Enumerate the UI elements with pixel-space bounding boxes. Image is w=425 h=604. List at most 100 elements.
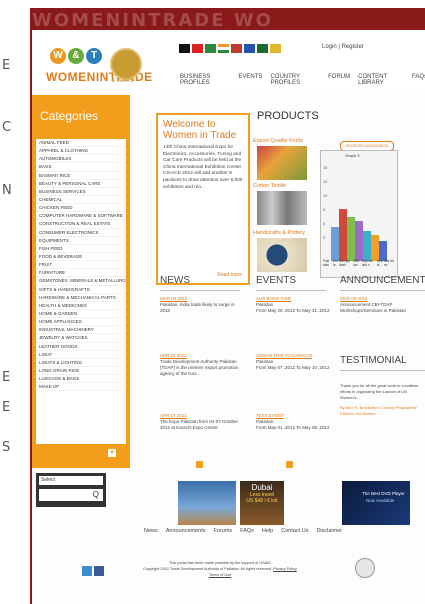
dvd-banner[interactable]: The Best DVD Player Now Available (342, 481, 410, 525)
nav-content-library[interactable]: CONTENT LIBRARY (358, 74, 404, 86)
category-item[interactable]: AUTOMOBILES (36, 155, 126, 164)
chevron-down-icon[interactable]: ▼ (108, 449, 116, 457)
left-letter: E (2, 58, 11, 73)
left-letter: E (2, 400, 11, 415)
register-link[interactable]: Register (342, 44, 364, 50)
facebook-icon[interactable] (94, 566, 104, 576)
category-item[interactable]: CONSUMER ELECTRONICS (36, 229, 126, 237)
flag-icon[interactable] (218, 44, 229, 53)
dubai-title: Dubai (251, 483, 273, 492)
terms-link[interactable]: Terms of Use (209, 573, 231, 577)
category-item[interactable]: APPAREL & CLOTHING (36, 147, 126, 156)
category-item[interactable]: GEMSTONES, MINERALS & METALLURGY (36, 277, 126, 286)
city-banner[interactable] (178, 481, 236, 525)
category-item[interactable]: BAGS (36, 163, 126, 172)
category-item[interactable]: LIGHTS & LIGHTING (36, 359, 126, 367)
nav-events[interactable]: EVENTS (238, 74, 262, 86)
footer-link[interactable]: FAQs (240, 528, 254, 534)
read-more-link[interactable]: Read more (217, 272, 242, 278)
flag-icon[interactable] (205, 44, 216, 53)
footer-note: This portal has been made possible by th… (140, 560, 300, 578)
flag-icon[interactable] (179, 44, 190, 53)
category-item[interactable]: HOME APPLIANCES (36, 318, 126, 327)
product-label[interactable]: Handicrafts & Pottery (253, 230, 305, 236)
footer-link[interactable]: Announcements (166, 528, 206, 534)
category-item[interactable]: CONSTRUCTION & REAL ESTATE (36, 220, 126, 229)
category-item[interactable]: ANIMAL FEED (36, 139, 126, 148)
category-item[interactable]: FURNITURE (36, 269, 126, 278)
category-item[interactable]: FOOD & BEVERAGE (36, 253, 126, 262)
category-item[interactable]: INDUSTRIAL MACHINERY (36, 326, 126, 335)
category-item[interactable]: JEWELRY & WATCHES (36, 334, 126, 343)
category-item[interactable]: LIGHT (36, 351, 126, 359)
announcement-item: MAR 09 2012 Announcement CBI-TDAP Worksh… (340, 296, 422, 314)
flag-icon[interactable] (257, 44, 268, 53)
category-item[interactable]: CHICKEN FEED (36, 204, 126, 213)
divider (256, 290, 326, 291)
x-tick: Afg han ista n (361, 259, 373, 267)
divider (340, 370, 425, 371)
category-item[interactable]: FISH FEED (36, 245, 126, 253)
nav-business-profiles[interactable]: BUSINESS PROFILES (180, 74, 230, 86)
textile-image[interactable] (257, 191, 307, 225)
flag-icon[interactable] (270, 44, 281, 53)
logo-mark: W & T (50, 48, 102, 64)
social-links (82, 566, 104, 576)
events-more-button[interactable] (286, 461, 293, 468)
graph-bar (339, 209, 347, 261)
fruits-image[interactable] (257, 146, 307, 180)
category-item[interactable]: FRUIT (36, 261, 126, 270)
welcome-body: 14th China International Expo for Electr… (163, 145, 243, 190)
left-letter: E (2, 370, 11, 385)
category-item[interactable]: HARDWARE & MECHANICAL PARTS (36, 294, 126, 302)
category-item[interactable]: CHEMICAL (36, 196, 126, 205)
flag-icon[interactable] (231, 44, 242, 53)
category-select[interactable]: Select (39, 476, 103, 485)
category-item[interactable]: LEATHER GOODS (36, 343, 126, 351)
footer-link[interactable]: Contact Us (281, 528, 308, 534)
footer-link[interactable]: News (144, 528, 158, 534)
logo-circle-icon: T (86, 48, 102, 64)
category-item[interactable]: HOME & GARDEN (36, 310, 126, 319)
pottery-image[interactable] (257, 238, 307, 272)
login-link[interactable]: Login (322, 44, 337, 50)
nav-faqs[interactable]: FAQs (412, 74, 425, 86)
flag-icon[interactable] (244, 44, 255, 53)
trade-graph: Graph 3 15 12 10 8 5 3 Paki stan Ind ia … (320, 150, 398, 278)
category-item[interactable]: BUSINESS SERVICES (36, 188, 126, 196)
category-item[interactable]: HEALTH & MEDICINES (36, 302, 126, 310)
category-item[interactable]: EQUIPMENTS (36, 237, 126, 245)
privacy-link[interactable]: Privacy Policy (273, 567, 297, 571)
category-item[interactable]: COMPUTER HARDWARE & SOFTWARE (36, 212, 126, 221)
category-item[interactable]: GIFTS & HANDICRAFTS (36, 286, 126, 294)
news-title: NEWS (160, 275, 190, 286)
product-label[interactable]: Cotton Textile (253, 183, 286, 189)
nav-country-profiles[interactable]: COUNTRY PROFILES (270, 74, 320, 86)
category-item[interactable]: LONG GRAIN RICE (36, 367, 126, 376)
news-text: The Expo Pakistan from 04-07 October 201… (160, 419, 239, 430)
search-icon[interactable]: Q (39, 489, 103, 501)
flag-icon[interactable] (192, 44, 203, 53)
event-dates: From May 07 ,2012 To May 10 ,2012 (256, 365, 330, 370)
graph-bar (379, 241, 387, 261)
y-tick: 15 (323, 166, 328, 170)
news-more-button[interactable] (196, 461, 203, 468)
footer-link[interactable]: Help (262, 528, 273, 534)
footer-link[interactable]: Forums (214, 528, 233, 534)
graph-bar (347, 217, 355, 261)
footer-link[interactable]: Disclaimer (316, 528, 342, 534)
category-item[interactable]: BEAUTY & PERSONAL CARE (36, 180, 126, 188)
x-tick: Ban gla desh (339, 259, 350, 267)
anniversary-badge-label: 5 YEARS (112, 78, 134, 84)
category-item[interactable]: MAKE UP (36, 383, 126, 392)
graph-x-axis: Paki stan Ind ia Ban gla desh Bhu tan Af… (323, 259, 395, 267)
category-item[interactable]: BASMATI RICE (36, 172, 126, 180)
dubai-price: US $48 / € kst (246, 498, 278, 504)
usaid-seal-icon (355, 558, 375, 578)
x-tick: Paki stan (323, 259, 330, 267)
product-label[interactable]: Export Quality Fruits (253, 138, 303, 144)
dubai-banner[interactable]: Dubai Less travel US $48 / € kst (240, 481, 284, 525)
twitter-icon[interactable] (82, 566, 92, 576)
nav-forum[interactable]: FORUM (328, 74, 350, 86)
category-item[interactable]: LUGGAGE & BAGS (36, 375, 126, 384)
